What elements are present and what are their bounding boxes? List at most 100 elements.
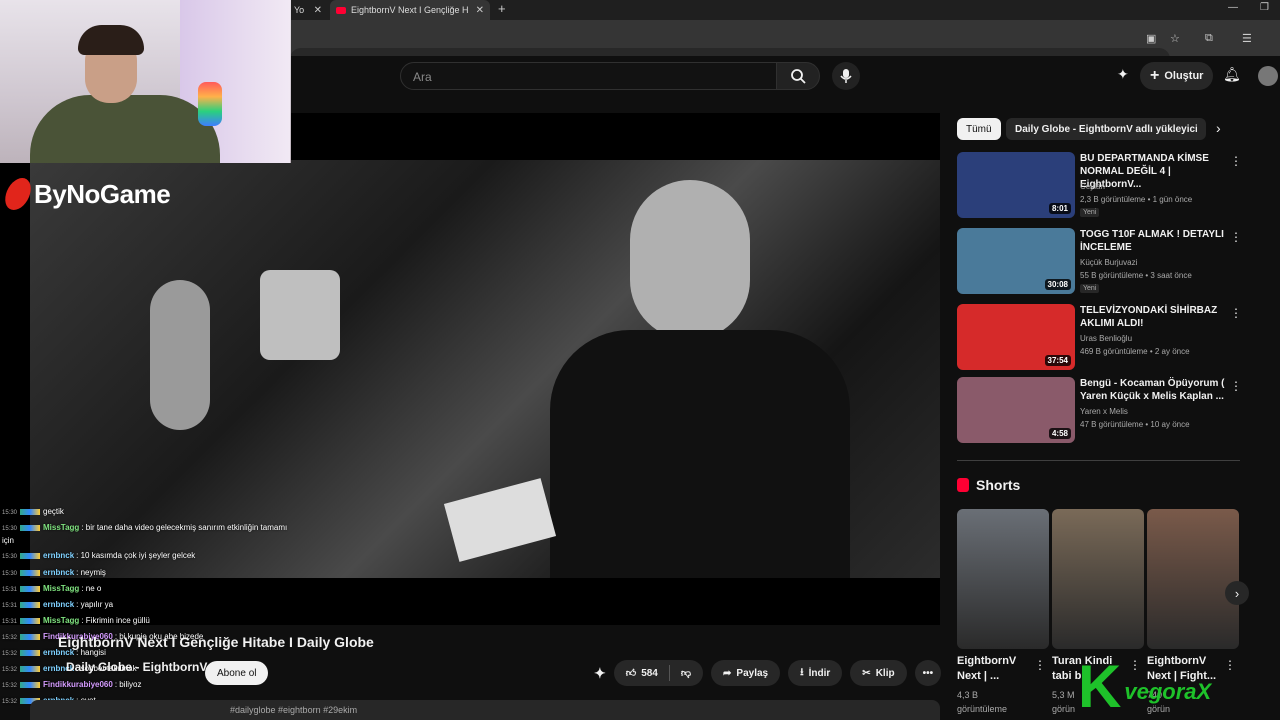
chat-text: : yapılır ya [76,600,114,609]
browser-tab-active[interactable]: EightbornV Next I Gençliğe Hita ✕ [330,0,490,20]
chat-username: ernbnck [43,551,75,560]
recommended-video[interactable]: 8:01 BU DEPARTMANDA KİMSE NORMAL DEĞİL 4 … [957,152,1247,220]
puzzle-icon[interactable]: ✦ [1117,66,1129,83]
more-vert-icon[interactable]: ⋮ [1230,379,1242,393]
share-label: Paylaş [736,667,769,679]
chat-timestamp: 15:32 [2,635,18,641]
shorts-thumbnail[interactable] [1052,509,1144,649]
more-icon: ••• [922,667,934,679]
shorts-views-line: 4,3 B [957,690,979,700]
channel-name[interactable]: Yaren x Melis [1080,407,1128,416]
chat-badge-icon [20,601,41,608]
chat-text: : biliyoz [114,680,142,689]
notifications-bell-icon[interactable]: 🔔︎ [1223,66,1241,83]
chip-from-uploader[interactable]: Daily Globe - EightbornV adlı yükleyicid… [1006,118,1206,140]
browser-tab[interactable]: Yo ✕ [288,0,328,20]
recommended-video[interactable]: 30:08 TOGG T10F ALMAK ! DETAYLI İNCELEME K… [957,228,1247,296]
video-thumbnail[interactable]: 30:08 [957,228,1075,294]
chat-badge-icon [20,617,41,624]
shorts-next-button[interactable]: › [1225,581,1249,605]
more-vert-icon[interactable]: ⋮ [1224,658,1236,672]
reading-list-icon[interactable]: ☰ [1242,32,1252,45]
download-button[interactable]: ⭳ İndir [788,660,843,686]
chat-message: için [2,536,14,545]
shorts-label: Shorts [976,477,1021,493]
stream-chat-overlay: 15:30 geçtik 15:30 MissTagg : bir tane daha … [0,487,300,720]
shorts-thumbnail[interactable] [1147,509,1239,649]
video-thumbnail[interactable]: 37:54 [957,304,1075,370]
close-icon[interactable]: ✕ [476,5,484,16]
more-vert-icon[interactable]: ⋮ [1230,230,1242,244]
video-thumbnail[interactable]: 4:58 [957,377,1075,443]
channel-name[interactable]: Uras Benlioğlu [1080,334,1132,343]
chat-message: 15:31 MissTagg: ne o [2,584,101,593]
chat-text: : bir tane daha video gelecekmiş sanırım… [81,523,288,532]
video-title[interactable]: TELEVİZYONDAKİ SİHİRBAZ AKLIMI ALDI! [1080,304,1230,330]
divider [957,460,1240,461]
chip-all[interactable]: Tümü [957,118,1001,140]
chat-username: MissTagg [43,616,80,625]
chat-message: 15:30 ernbnck: neymiş [2,568,106,577]
clip-button[interactable]: ✂ Klip [850,660,907,686]
youtube-icon [336,6,346,14]
more-actions-button[interactable]: ••• [914,660,942,686]
chat-timestamp: 15:30 [2,571,18,577]
recommended-video[interactable]: 37:54 TELEVİZYONDAKİ SİHİRBAZ AKLIMI ALDI… [957,304,1247,372]
more-vert-icon[interactable]: ⋮ [1230,154,1242,168]
video-thumbnail[interactable]: 8:01 [957,152,1075,218]
video-title[interactable]: Bengü - Kocaman Öpüyorum ( Yaren Küçük x… [1080,377,1230,403]
clip-label: Klip [875,667,895,679]
avatar[interactable] [1258,66,1278,86]
thumbs-up-icon[interactable]: 👍︎ [626,667,636,679]
restore-icon[interactable]: ❐ [1260,2,1269,13]
vegorax-watermark: K vegoraX [1078,657,1211,717]
video-meta: 2,3 B görüntüleme • 1 gün önce [1080,195,1193,204]
like-count[interactable]: 584 [641,668,658,679]
shorts-thumbnail[interactable] [957,509,1049,649]
minimize-icon[interactable]: — [1228,2,1238,13]
chat-username: MissTagg [43,584,80,593]
divider [668,665,670,681]
chat-message: 15:31 MissTagg: Fikrimin ince güllü [2,616,150,625]
chevron-right-icon[interactable]: › [1216,120,1221,136]
more-vert-icon[interactable]: ⋮ [1230,306,1242,320]
shorts-title[interactable]: EightbornV Next | ... [957,654,1037,684]
channel-name[interactable]: Küçük Burjuvazi [1080,258,1137,267]
search-button[interactable] [776,62,820,90]
recommended-video[interactable]: 4:58 Bengü - Kocaman Öpüyorum ( Yaren Küç… [957,377,1247,445]
sparkle-icon[interactable]: ✦ [594,665,606,682]
channel-name[interactable]: Ceylan [1080,182,1105,191]
thumbs-down-icon[interactable]: 👎︎ [681,667,691,679]
share-button[interactable]: ➦ Paylaş [711,660,781,686]
chat-text: : Fikrimin ince güllü [81,616,150,625]
shorts-views-line: görüntüleme [957,704,1008,714]
search-input[interactable]: Ara [400,62,778,90]
subscribe-button[interactable]: Abone ol [205,661,269,685]
chat-text: : 10 kasımda çok iyi şeyler gelcek [76,551,196,560]
voice-search-button[interactable] [832,62,860,90]
video-title[interactable]: TOGG T10F ALMAK ! DETAYLI İNCELEME [1080,228,1230,254]
more-vert-icon[interactable]: ⋮ [1034,658,1046,672]
shorts-icon [957,478,969,492]
chat-username: ernbnck [43,568,75,577]
shorts-title-line: EightbornV [957,655,1017,667]
chat-badge-icon [20,633,41,640]
channel-name[interactable]: Daily Globe - EightbornV [66,660,207,674]
description-box[interactable]: #dailyglobe #eightborn #29ekim [30,700,940,720]
action-bar: ✦ 👍︎ 584 👎︎ ➦ Paylaş ⭳ İndir ✂ Klip ••• [594,660,942,686]
tab-label: Yo [294,5,305,15]
create-button[interactable]: + Oluştur [1140,62,1214,90]
chat-username: Findikkurabiye060 [43,680,113,689]
new-tab-button[interactable]: + [498,1,506,16]
extensions-icon[interactable]: ⧉ [1205,32,1213,45]
bookmark-star-icon[interactable]: ☆ [1170,32,1180,45]
video-duration: 8:01 [1048,203,1071,214]
logo-icon [1,178,35,210]
close-icon[interactable]: ✕ [314,5,322,16]
chat-message: 15:30 geçtik [2,507,64,516]
chat-badge-icon [20,569,41,576]
tab-label: EightbornV Next I Gençliğe Hita [351,5,469,15]
watermark-text: vegoraX [1124,679,1212,704]
install-icon[interactable]: ▣ [1146,32,1156,45]
chat-badge-icon [20,508,41,515]
